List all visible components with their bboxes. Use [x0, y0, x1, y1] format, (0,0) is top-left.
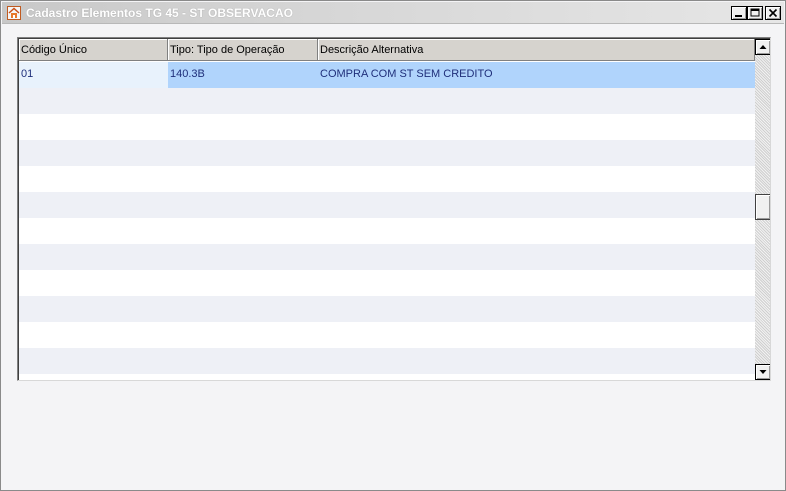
- main-window: Cadastro Elementos TG 45 - ST OBSERVACAO…: [0, 0, 786, 491]
- empty-row: [19, 166, 755, 192]
- empty-row: [19, 322, 755, 348]
- cell-tipo[interactable]: 140.3B: [168, 62, 318, 88]
- maximize-icon: [750, 8, 760, 17]
- empty-row: [19, 296, 755, 322]
- arrow-up-icon: [759, 45, 767, 49]
- empty-row: [19, 374, 755, 380]
- maximize-button[interactable]: [747, 6, 763, 20]
- app-home-icon[interactable]: [7, 6, 21, 20]
- minimize-icon: [735, 15, 742, 17]
- empty-row: [19, 114, 755, 140]
- title-bar[interactable]: Cadastro Elementos TG 45 - ST OBSERVACAO: [2, 2, 784, 24]
- column-header-codigo[interactable]: Código Único: [19, 39, 168, 61]
- scroll-thumb[interactable]: [755, 194, 770, 220]
- minimize-button[interactable]: [731, 6, 747, 20]
- empty-row: [19, 192, 755, 218]
- table-row[interactable]: 01 140.3B COMPRA COM ST SEM CREDITO: [19, 62, 755, 88]
- close-icon: [768, 8, 778, 18]
- empty-row: [19, 270, 755, 296]
- grid-header: Código Único Tipo: Tipo de Operação Desc…: [19, 39, 755, 61]
- column-header-tipo[interactable]: Tipo: Tipo de Operação: [168, 39, 318, 61]
- data-grid[interactable]: Código Único Tipo: Tipo de Operação Desc…: [17, 37, 771, 381]
- empty-row: [19, 348, 755, 374]
- close-button[interactable]: [765, 6, 781, 20]
- cell-codigo[interactable]: 01: [19, 62, 168, 88]
- cell-descricao[interactable]: COMPRA COM ST SEM CREDITO: [318, 62, 755, 88]
- arrow-down-icon: [759, 370, 767, 374]
- empty-row: [19, 88, 755, 114]
- grid-rows: 01 140.3B COMPRA COM ST SEM CREDITO: [19, 62, 755, 380]
- column-header-descricao[interactable]: Descrição Alternativa: [318, 39, 755, 61]
- window-title: Cadastro Elementos TG 45 - ST OBSERVACAO: [26, 6, 293, 20]
- empty-row: [19, 218, 755, 244]
- vertical-scrollbar[interactable]: [755, 39, 770, 380]
- empty-row: [19, 140, 755, 166]
- scroll-down-button[interactable]: [755, 364, 770, 380]
- empty-row: [19, 244, 755, 270]
- scroll-up-button[interactable]: [755, 39, 770, 55]
